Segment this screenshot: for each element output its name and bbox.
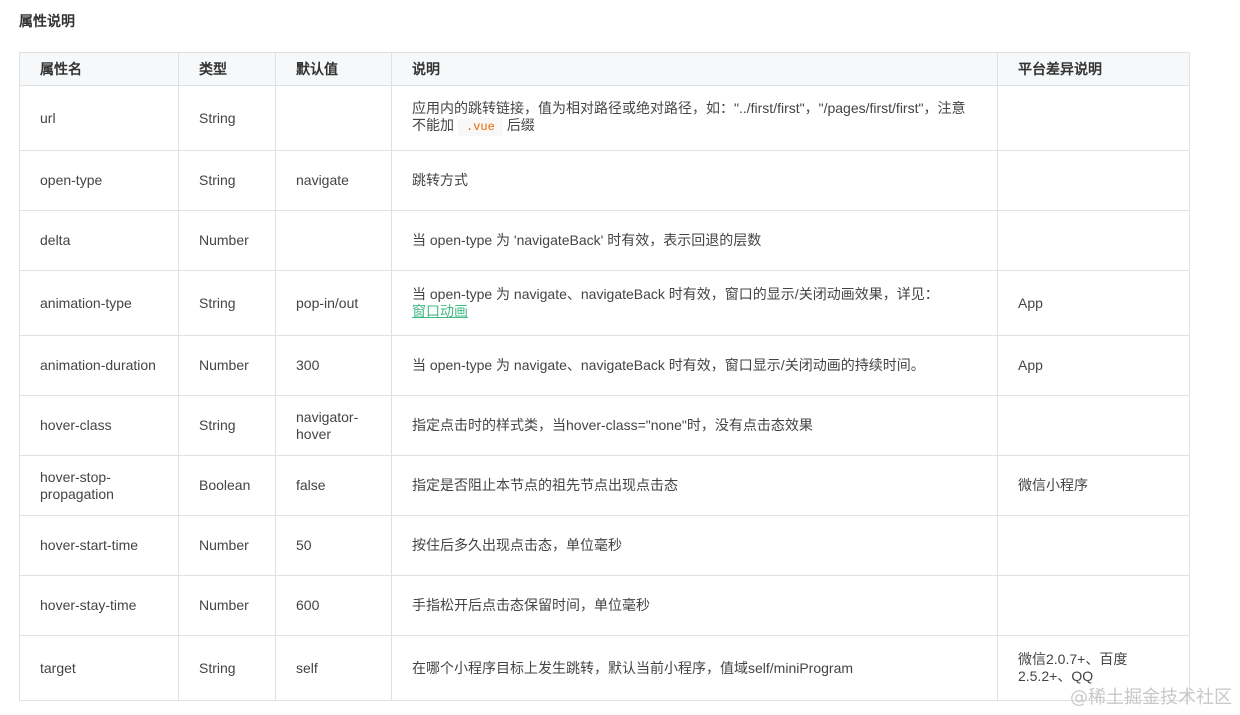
header-type: 类型 bbox=[178, 52, 276, 86]
window-animation-link[interactable]: 窗口动画 bbox=[412, 303, 468, 319]
cell-description: 应用内的跳转链接，值为相对路径或绝对路径，如："../first/first"，… bbox=[391, 85, 998, 151]
cell-default: self bbox=[275, 635, 392, 701]
table-row: hover-start-time Number 50 按住后多久出现点击态，单位… bbox=[19, 515, 1190, 576]
cell-description: 按住后多久出现点击态，单位毫秒 bbox=[391, 515, 998, 576]
cell-platform bbox=[997, 575, 1190, 636]
cell-default: 600 bbox=[275, 575, 392, 636]
cell-platform: App bbox=[997, 270, 1190, 336]
cell-type: String bbox=[178, 150, 276, 211]
table-row: url String 应用内的跳转链接，值为相对路径或绝对路径，如："../fi… bbox=[19, 85, 1190, 151]
cell-type: Number bbox=[178, 210, 276, 271]
cell-type: Boolean bbox=[178, 455, 276, 516]
cell-platform bbox=[997, 150, 1190, 211]
table-row: animation-type String pop-in/out 当 open-… bbox=[19, 270, 1190, 336]
properties-table: 属性名 类型 默认值 说明 平台差异说明 url String 应用内的跳转链接… bbox=[19, 52, 1190, 701]
table-row: target String self 在哪个小程序目标上发生跳转，默认当前小程序… bbox=[19, 635, 1190, 701]
cell-description: 在哪个小程序目标上发生跳转，默认当前小程序，值域self/miniProgram bbox=[391, 635, 998, 701]
cell-name: hover-stay-time bbox=[19, 575, 179, 636]
cell-description: 当 open-type 为 navigate、navigateBack 时有效，… bbox=[391, 335, 998, 396]
cell-default bbox=[275, 210, 392, 271]
cell-default: false bbox=[275, 455, 392, 516]
table-row: hover-stay-time Number 600 手指松开后点击态保留时间，… bbox=[19, 575, 1190, 636]
cell-name: hover-start-time bbox=[19, 515, 179, 576]
cell-name: url bbox=[19, 85, 179, 151]
table-row: open-type String navigate 跳转方式 bbox=[19, 150, 1190, 211]
header-name: 属性名 bbox=[19, 52, 179, 86]
inline-code: .vue bbox=[458, 118, 503, 136]
header-default: 默认值 bbox=[275, 52, 392, 86]
cell-type: String bbox=[178, 85, 276, 151]
cell-platform: 微信小程序 bbox=[997, 455, 1190, 516]
cell-name: animation-duration bbox=[19, 335, 179, 396]
cell-platform bbox=[997, 85, 1190, 151]
cell-type: String bbox=[178, 635, 276, 701]
cell-description: 当 open-type 为 navigate、navigateBack 时有效，… bbox=[391, 270, 998, 336]
cell-name: hover-class bbox=[19, 395, 179, 456]
cell-description: 指定是否阻止本节点的祖先节点出现点击态 bbox=[391, 455, 998, 516]
cell-platform bbox=[997, 210, 1190, 271]
cell-default: navigator-hover bbox=[275, 395, 392, 456]
cell-type: String bbox=[178, 395, 276, 456]
header-description: 说明 bbox=[391, 52, 998, 86]
cell-default: 50 bbox=[275, 515, 392, 576]
cell-type: Number bbox=[178, 515, 276, 576]
cell-name: animation-type bbox=[19, 270, 179, 336]
header-platform: 平台差异说明 bbox=[997, 52, 1190, 86]
cell-description: 跳转方式 bbox=[391, 150, 998, 211]
cell-name: hover-stop-propagation bbox=[19, 455, 179, 516]
cell-type: Number bbox=[178, 575, 276, 636]
cell-name: target bbox=[19, 635, 179, 701]
section-title: 属性说明 bbox=[19, 13, 75, 29]
cell-type: String bbox=[178, 270, 276, 336]
cell-platform bbox=[997, 395, 1190, 456]
cell-description: 当 open-type 为 'navigateBack' 时有效，表示回退的层数 bbox=[391, 210, 998, 271]
table-row: hover-stop-propagation Boolean false 指定是… bbox=[19, 455, 1190, 516]
cell-platform: App bbox=[997, 335, 1190, 396]
description-text: 当 open-type 为 navigate、navigateBack 时有效，… bbox=[412, 286, 939, 302]
cell-default: pop-in/out bbox=[275, 270, 392, 336]
cell-default bbox=[275, 85, 392, 151]
table-row: delta Number 当 open-type 为 'navigateBack… bbox=[19, 210, 1190, 271]
cell-description: 手指松开后点击态保留时间，单位毫秒 bbox=[391, 575, 998, 636]
cell-platform bbox=[997, 515, 1190, 576]
cell-name: open-type bbox=[19, 150, 179, 211]
table-row: animation-duration Number 300 当 open-typ… bbox=[19, 335, 1190, 396]
cell-name: delta bbox=[19, 210, 179, 271]
cell-default: 300 bbox=[275, 335, 392, 396]
description-text: 后缀 bbox=[506, 117, 535, 133]
cell-description: 指定点击时的样式类，当hover-class="none"时，没有点击态效果 bbox=[391, 395, 998, 456]
table-header-row: 属性名 类型 默认值 说明 平台差异说明 bbox=[19, 52, 1190, 86]
table-row: hover-class String navigator-hover 指定点击时… bbox=[19, 395, 1190, 456]
watermark: @稀土掘金技术社区 bbox=[1070, 687, 1232, 708]
cell-type: Number bbox=[178, 335, 276, 396]
cell-default: navigate bbox=[275, 150, 392, 211]
